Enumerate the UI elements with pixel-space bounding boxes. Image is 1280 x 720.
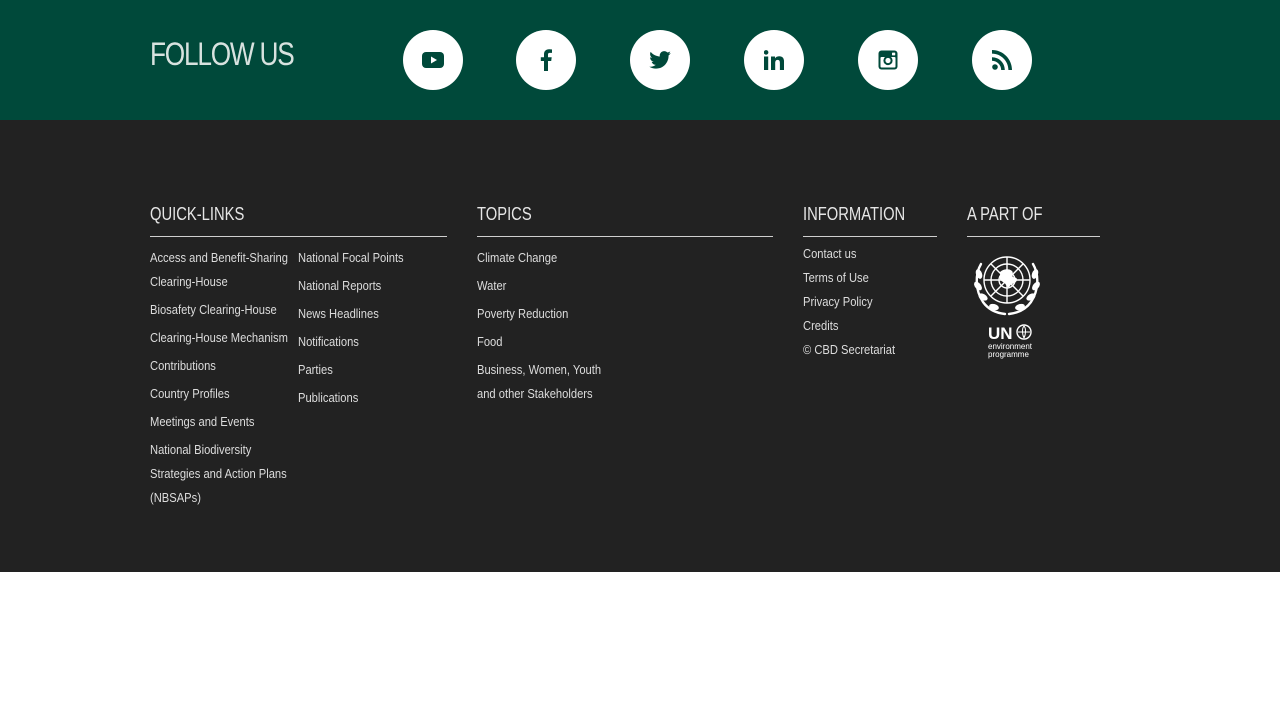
instagram-button[interactable] [858,30,918,90]
quick-links-section: QUICK-LINKS Access and Benefit-Sharing C… [150,202,447,505]
un-environment-logo: UN environment programme [988,324,1033,359]
site-footer: QUICK-LINKS Access and Benefit-Sharing C… [0,120,1280,572]
info-contact-us[interactable]: Contact us [803,242,918,266]
quick-links-column-1: Access and Benefit-Sharing Clearing-Hous… [150,246,298,514]
quick-link-meetings-and-events[interactable]: Meetings and Events [150,410,277,434]
un-emblem-link[interactable] [967,250,1047,325]
quick-links-column-2: National Focal Points National Reports N… [298,246,448,414]
unep-un-text: UN [988,324,1013,343]
topic-water[interactable]: Water [477,274,649,298]
quick-link-clearing-house-mechanism[interactable]: Clearing-House Mechanism [150,326,288,350]
copyright-text: © CBD Secretariat [803,342,896,357]
information-list: Contact us Terms of Use Privacy Policy C… [803,242,937,362]
topics-section: TOPICS Climate Change Water Poverty Redu… [477,202,773,401]
quick-link-publications[interactable]: Publications [298,386,427,410]
quick-link-nbsaps[interactable]: National Biodiversity Strategies and Act… [150,438,301,510]
topics-heading: TOPICS [477,204,532,224]
topic-poverty-reduction[interactable]: Poverty Reduction [477,302,649,326]
information-heading: INFORMATION [803,204,906,224]
linkedin-icon [764,50,784,70]
quick-link-parties[interactable]: Parties [298,358,427,382]
unep-programme-text: programme [988,350,1029,359]
youtube-icon [422,52,444,68]
quick-link-national-focal-points[interactable]: National Focal Points [298,246,427,270]
facebook-icon [540,49,552,71]
instagram-icon [878,50,898,70]
quick-links-divider [150,236,447,237]
linkedin-button[interactable] [744,30,804,90]
twitter-button[interactable] [630,30,690,90]
follow-us-bar: FOLLOW US [0,0,1280,120]
topics-divider [477,236,773,237]
facebook-button[interactable] [516,30,576,90]
quick-links-heading: QUICK-LINKS [150,204,245,224]
un-environment-logo-link[interactable]: UN environment programme [987,322,1037,367]
quick-link-country-profiles[interactable]: Country Profiles [150,382,277,406]
follow-us-title: FOLLOW US [150,36,295,72]
quick-link-biosafety-clearing-house[interactable]: Biosafety Clearing-House [150,298,277,322]
un-emblem-icon [974,256,1040,316]
twitter-icon [649,51,671,69]
topic-business-women-youth[interactable]: Business, Women, Youth and other Stakeho… [477,358,621,406]
topic-climate-change[interactable]: Climate Change [477,246,649,270]
topic-food[interactable]: Food [477,330,649,354]
rss-icon [992,50,1012,70]
youtube-button[interactable] [403,30,463,90]
part-of-heading: A PART OF [967,204,1043,224]
quick-link-news-headlines[interactable]: News Headlines [298,302,427,326]
information-section: INFORMATION Contact us Terms of Use Priv… [803,202,937,357]
info-terms-of-use[interactable]: Terms of Use [803,266,918,290]
quick-link-notifications[interactable]: Notifications [298,330,427,354]
info-credits[interactable]: Credits [803,314,918,338]
quick-link-national-reports[interactable]: National Reports [298,274,427,298]
information-divider [803,236,937,237]
quick-link-abs-clearing-house[interactable]: Access and Benefit-Sharing Clearing-Hous… [150,246,292,294]
quick-link-contributions[interactable]: Contributions [150,354,277,378]
topics-list: Climate Change Water Poverty Reduction F… [477,246,677,410]
rss-button[interactable] [972,30,1032,90]
info-privacy-policy[interactable]: Privacy Policy [803,290,918,314]
part-of-divider [967,236,1100,237]
part-of-section: A PART OF UN environment programme [967,202,1100,442]
